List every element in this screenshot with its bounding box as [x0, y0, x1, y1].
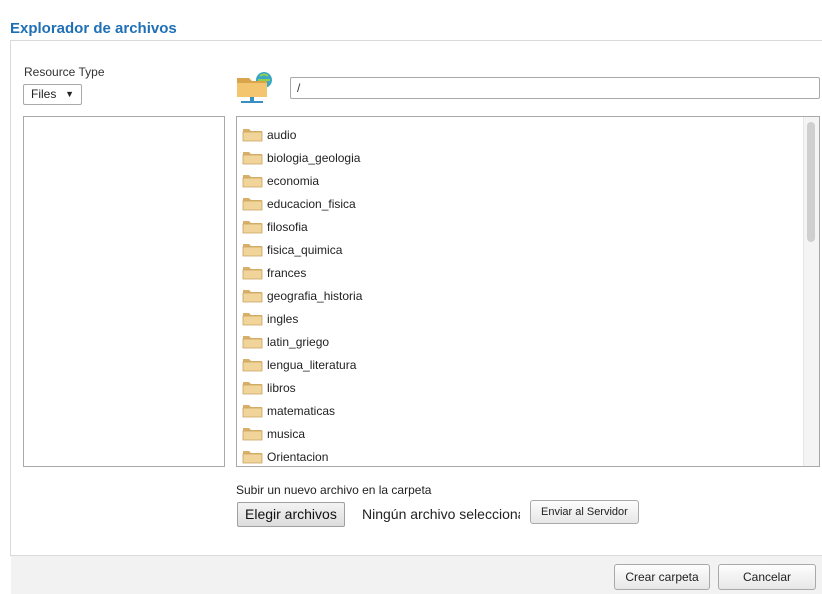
folder-name: musica: [267, 426, 306, 441]
folder-icon: [242, 288, 263, 303]
folder-item[interactable]: economia: [242, 169, 362, 192]
resource-type-label: Resource Type: [24, 65, 105, 79]
folder-item[interactable]: audio: [242, 123, 362, 146]
resource-type-value: Files: [31, 87, 57, 101]
resource-type-select[interactable]: Files ▼: [23, 84, 82, 105]
send-to-server-button[interactable]: Enviar al Servidor: [530, 500, 639, 524]
cancel-button[interactable]: Cancelar: [718, 564, 816, 590]
window-title: Explorador de archivos: [10, 20, 177, 37]
folder-icon: [242, 219, 263, 234]
folder-name: matematicas: [267, 403, 336, 418]
folder-icon: [242, 403, 263, 418]
folder-item[interactable]: matematicas: [242, 399, 362, 422]
folder-icon: [242, 357, 263, 372]
folder-icon: [242, 242, 263, 257]
folder-item[interactable]: educacion_fisica: [242, 192, 362, 215]
folder-item[interactable]: musica: [242, 422, 362, 445]
network-folder-icon: [235, 68, 277, 104]
folder-name: biologia_geologia: [267, 150, 361, 165]
create-folder-button[interactable]: Crear carpeta: [614, 564, 710, 590]
folder-item[interactable]: Orientacion: [242, 445, 362, 466]
path-input[interactable]: [290, 77, 820, 99]
file-list: audio biologia_geologia economia educacion_…: [242, 123, 362, 466]
folder-name: lengua_literatura: [267, 357, 357, 372]
folder-icon: [242, 127, 263, 142]
folder-item[interactable]: lengua_literatura: [242, 353, 362, 376]
folder-name: frances: [267, 265, 307, 280]
folder-name: audio: [267, 127, 297, 142]
folder-item[interactable]: geografia_historia: [242, 284, 362, 307]
folder-name: geografia_historia: [267, 288, 363, 303]
folder-icon: [242, 449, 263, 464]
folder-item[interactable]: fisica_quimica: [242, 238, 362, 261]
folder-tree-panel[interactable]: [23, 116, 225, 467]
folder-icon: [242, 196, 263, 211]
folder-icon: [242, 311, 263, 326]
folder-icon: [242, 380, 263, 395]
upload-label: Subir un nuevo archivo en la carpeta: [236, 483, 432, 497]
folder-name: Orientacion: [267, 449, 329, 464]
folder-name: educacion_fisica: [267, 196, 356, 211]
folder-icon: [242, 173, 263, 188]
folder-name: ingles: [267, 311, 299, 326]
folder-item[interactable]: frances: [242, 261, 362, 284]
folder-item[interactable]: biologia_geologia: [242, 146, 362, 169]
chevron-down-icon: ▼: [65, 89, 74, 99]
folder-item[interactable]: ingles: [242, 307, 362, 330]
folder-name: latin_griego: [267, 334, 330, 349]
folder-icon: [242, 334, 263, 349]
choose-files-button[interactable]: Elegir archivos: [237, 502, 345, 527]
folder-name: filosofia: [267, 219, 308, 234]
folder-icon: [242, 150, 263, 165]
folder-name: fisica_quimica: [267, 242, 343, 257]
folder-item[interactable]: libros: [242, 376, 362, 399]
folder-item[interactable]: filosofia: [242, 215, 362, 238]
folder-item[interactable]: latin_griego: [242, 330, 362, 353]
no-file-selected-text: Ningún archivo seleccionado: [362, 506, 520, 522]
file-list-panel[interactable]: audio biologia_geologia economia educacion_…: [236, 116, 820, 467]
vertical-scrollbar[interactable]: [803, 117, 819, 466]
folder-name: libros: [267, 380, 296, 395]
title-divider: [10, 40, 822, 41]
folder-name: economia: [267, 173, 320, 188]
folder-icon: [242, 426, 263, 441]
frame-left-border: [10, 40, 11, 555]
scrollbar-thumb[interactable]: [807, 122, 815, 242]
folder-icon: [242, 265, 263, 280]
